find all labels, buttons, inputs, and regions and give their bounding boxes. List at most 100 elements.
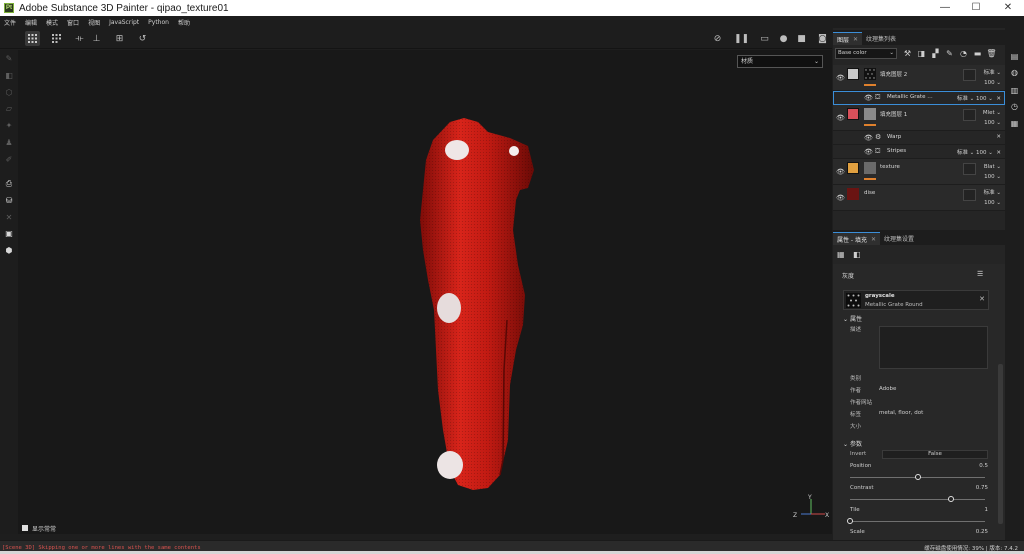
menu-mode[interactable]: 模式 <box>46 18 58 27</box>
delete-layer-icon[interactable]: 🗑 <box>986 48 997 59</box>
maximize-button[interactable]: ☐ <box>961 0 991 16</box>
position-slider[interactable] <box>850 474 985 480</box>
slider-knob[interactable] <box>948 496 955 502</box>
fit-view-icon[interactable]: ⊞ <box>112 31 127 46</box>
menu-javascript[interactable]: JavaScript <box>109 19 139 26</box>
layer-mask-slot[interactable] <box>963 109 976 121</box>
tab-properties-fill[interactable]: 属性 - 填充 ✕ <box>833 232 881 245</box>
effect-blend[interactable]: 标准 ⌄ 100 ⌄ ✕ <box>957 148 1001 156</box>
layer-mask-slot[interactable] <box>963 163 976 175</box>
visibility-eye-icon[interactable]: 👁 <box>864 134 873 142</box>
visibility-eye-icon[interactable]: 👁 <box>836 74 845 82</box>
minimize-button[interactable]: — <box>930 0 960 16</box>
eraser-icon[interactable]: ◧ <box>3 70 15 82</box>
tab-layers[interactable]: 图层 ✕ <box>833 32 863 45</box>
param-value[interactable]: 0.5 <box>979 463 988 469</box>
pause-icon[interactable]: ❚❚ <box>734 31 749 46</box>
menu-view[interactable]: 视图 <box>88 18 100 27</box>
material-picker-icon[interactable]: ⛁ <box>3 195 15 207</box>
effect-blend[interactable]: 标准 ⌄ 100 ⌄ ✕ <box>957 94 1001 102</box>
shelf-icon[interactable]: ▥ <box>1010 86 1019 95</box>
add-folder-icon[interactable]: ▬ <box>972 48 983 59</box>
environment-icon[interactable]: ◍ <box>1010 68 1019 77</box>
layer-effect-warp[interactable]: 👁 ⚙ Warp ✕ <box>833 131 1005 145</box>
attributes-header[interactable]: ⌄ 属性 <box>843 314 862 323</box>
grid-options-icon[interactable] <box>49 31 64 46</box>
grid-toggle-icon[interactable] <box>25 31 40 46</box>
description-field[interactable] <box>879 326 988 369</box>
log-icon[interactable]: ▦ <box>1010 119 1019 128</box>
menu-help[interactable]: 帮助 <box>178 18 190 27</box>
3d-viewport[interactable]: 材质 ⌄ Y Z X <box>18 50 832 534</box>
param-value[interactable]: 0.25 <box>976 529 988 535</box>
history-icon[interactable]: ◷ <box>1010 102 1019 111</box>
menu-edit[interactable]: 编辑 <box>25 18 37 27</box>
invert-toggle[interactable]: False <box>882 450 988 459</box>
add-paint-layer-icon[interactable]: ✎ <box>944 48 955 59</box>
visibility-eye-icon[interactable]: 👁 <box>836 168 845 176</box>
menu-python[interactable]: Python <box>148 19 169 26</box>
close-icon[interactable]: ✕ <box>853 36 858 43</box>
polygon-fill-icon[interactable]: ▱ <box>3 103 15 115</box>
menu-window[interactable]: 窗口 <box>67 18 79 27</box>
texture-set-icon[interactable]: ▤ <box>1010 52 1019 61</box>
params-header[interactable]: ⌄ 参数 <box>843 439 862 448</box>
add-effect-icon[interactable]: ⚒ <box>902 48 913 59</box>
close-button[interactable]: ✕ <box>993 0 1023 16</box>
box-icon[interactable]: ⬢ <box>3 245 15 257</box>
symmetry-alt-icon[interactable]: ⊥ <box>89 31 104 46</box>
color-picker-icon[interactable]: ✐ <box>3 154 15 166</box>
display-checkbox[interactable] <box>22 525 28 531</box>
sphere-icon[interactable]: ● <box>776 31 791 46</box>
visibility-eye-icon[interactable]: 👁 <box>836 114 845 122</box>
clear-resource-icon[interactable]: ✕ <box>979 295 985 303</box>
disabled-tool-icon[interactable]: ✕ <box>3 212 15 224</box>
screenshot-icon[interactable]: ◙ <box>815 31 830 46</box>
visibility-eye-icon[interactable]: 👁 <box>864 94 873 102</box>
layer-blend[interactable]: Blat ⌄ 100 ⌄ <box>984 162 1001 182</box>
tab-texture-sets[interactable]: 纹理集列表 <box>862 32 900 45</box>
tab-texture-set-settings[interactable]: 纹理集设置 <box>880 232 918 245</box>
projection-icon[interactable]: ⬡ <box>3 87 15 99</box>
close-icon[interactable]: ✕ <box>871 236 876 243</box>
layer-fill-2[interactable]: 👁 填充图层 2 标准 ⌄ 100 ⌄ <box>833 65 1005 91</box>
resource-slot[interactable]: grayscale Metallic Grate Round ✕ <box>843 290 989 310</box>
slider-knob[interactable] <box>847 518 853 524</box>
layer-mask-slot[interactable] <box>963 189 976 201</box>
layer-fill-1[interactable]: 👁 填充图层 1 Mlet ⌄ 100 ⌄ <box>833 105 1005 131</box>
param-value[interactable]: 0.75 <box>976 485 988 491</box>
layer-effect-metallic-grate[interactable]: 👁 ⛋ Metallic Grate … 标准 ⌄ 100 ⌄ ✕ <box>833 91 1005 105</box>
add-mask-icon[interactable]: ◨ <box>916 48 927 59</box>
clipboard-icon[interactable]: ▣ <box>3 228 15 240</box>
slider-knob[interactable] <box>914 474 921 480</box>
paint-brush-icon[interactable]: ✎ <box>3 53 15 65</box>
visibility-eye-icon[interactable]: 👁 <box>836 194 845 202</box>
menu-file[interactable]: 文件 <box>4 18 16 27</box>
layer-mask-slot[interactable] <box>963 69 976 81</box>
properties-scrollbar[interactable] <box>998 364 1003 524</box>
gradient-icon[interactable]: ◧ <box>853 250 861 259</box>
display-mode-icon[interactable]: ▭ <box>757 31 772 46</box>
camera-mode-icon[interactable]: ■ <box>794 31 809 46</box>
section-menu-icon[interactable]: ☰ <box>977 270 983 278</box>
fill-properties-icon[interactable]: ▦ <box>837 250 845 259</box>
clone-stamp-icon[interactable]: ♟ <box>3 137 15 149</box>
param-value[interactable]: 1 <box>985 507 989 513</box>
bake-icon[interactable]: ⎙ <box>3 178 15 190</box>
layer-texture[interactable]: 👁 texture Blat ⌄ 100 ⌄ <box>833 159 1005 185</box>
tile-slider[interactable] <box>847 518 985 524</box>
layer-dise[interactable]: 👁 dise 标准 ⌄ 100 ⌄ <box>833 185 1005 211</box>
status-error-message[interactable]: [Scene 3D] Skipping one or more lines wi… <box>0 545 201 551</box>
remove-effect-icon[interactable]: ✕ <box>996 134 1001 140</box>
add-fill-layer-icon[interactable]: ▞ <box>930 48 941 59</box>
smudge-icon[interactable]: ✦ <box>3 120 15 132</box>
visibility-off-icon[interactable]: ⊘ <box>710 31 725 46</box>
visibility-eye-icon[interactable]: 👁 <box>864 148 873 156</box>
layer-effect-stripes[interactable]: 👁 ⛋ Stripes 标准 ⌄ 100 ⌄ ✕ <box>833 145 1005 159</box>
channel-select[interactable]: Base color ⌄ <box>835 47 897 59</box>
smart-material-icon[interactable]: ◔ <box>958 48 969 59</box>
layer-blend[interactable]: 标准 ⌄ 100 ⌄ <box>984 188 1001 208</box>
layer-blend[interactable]: Mlet ⌄ 100 ⌄ <box>983 108 1001 128</box>
symmetry-icon[interactable]: ⟛ <box>72 31 87 46</box>
contrast-slider[interactable] <box>850 496 985 502</box>
